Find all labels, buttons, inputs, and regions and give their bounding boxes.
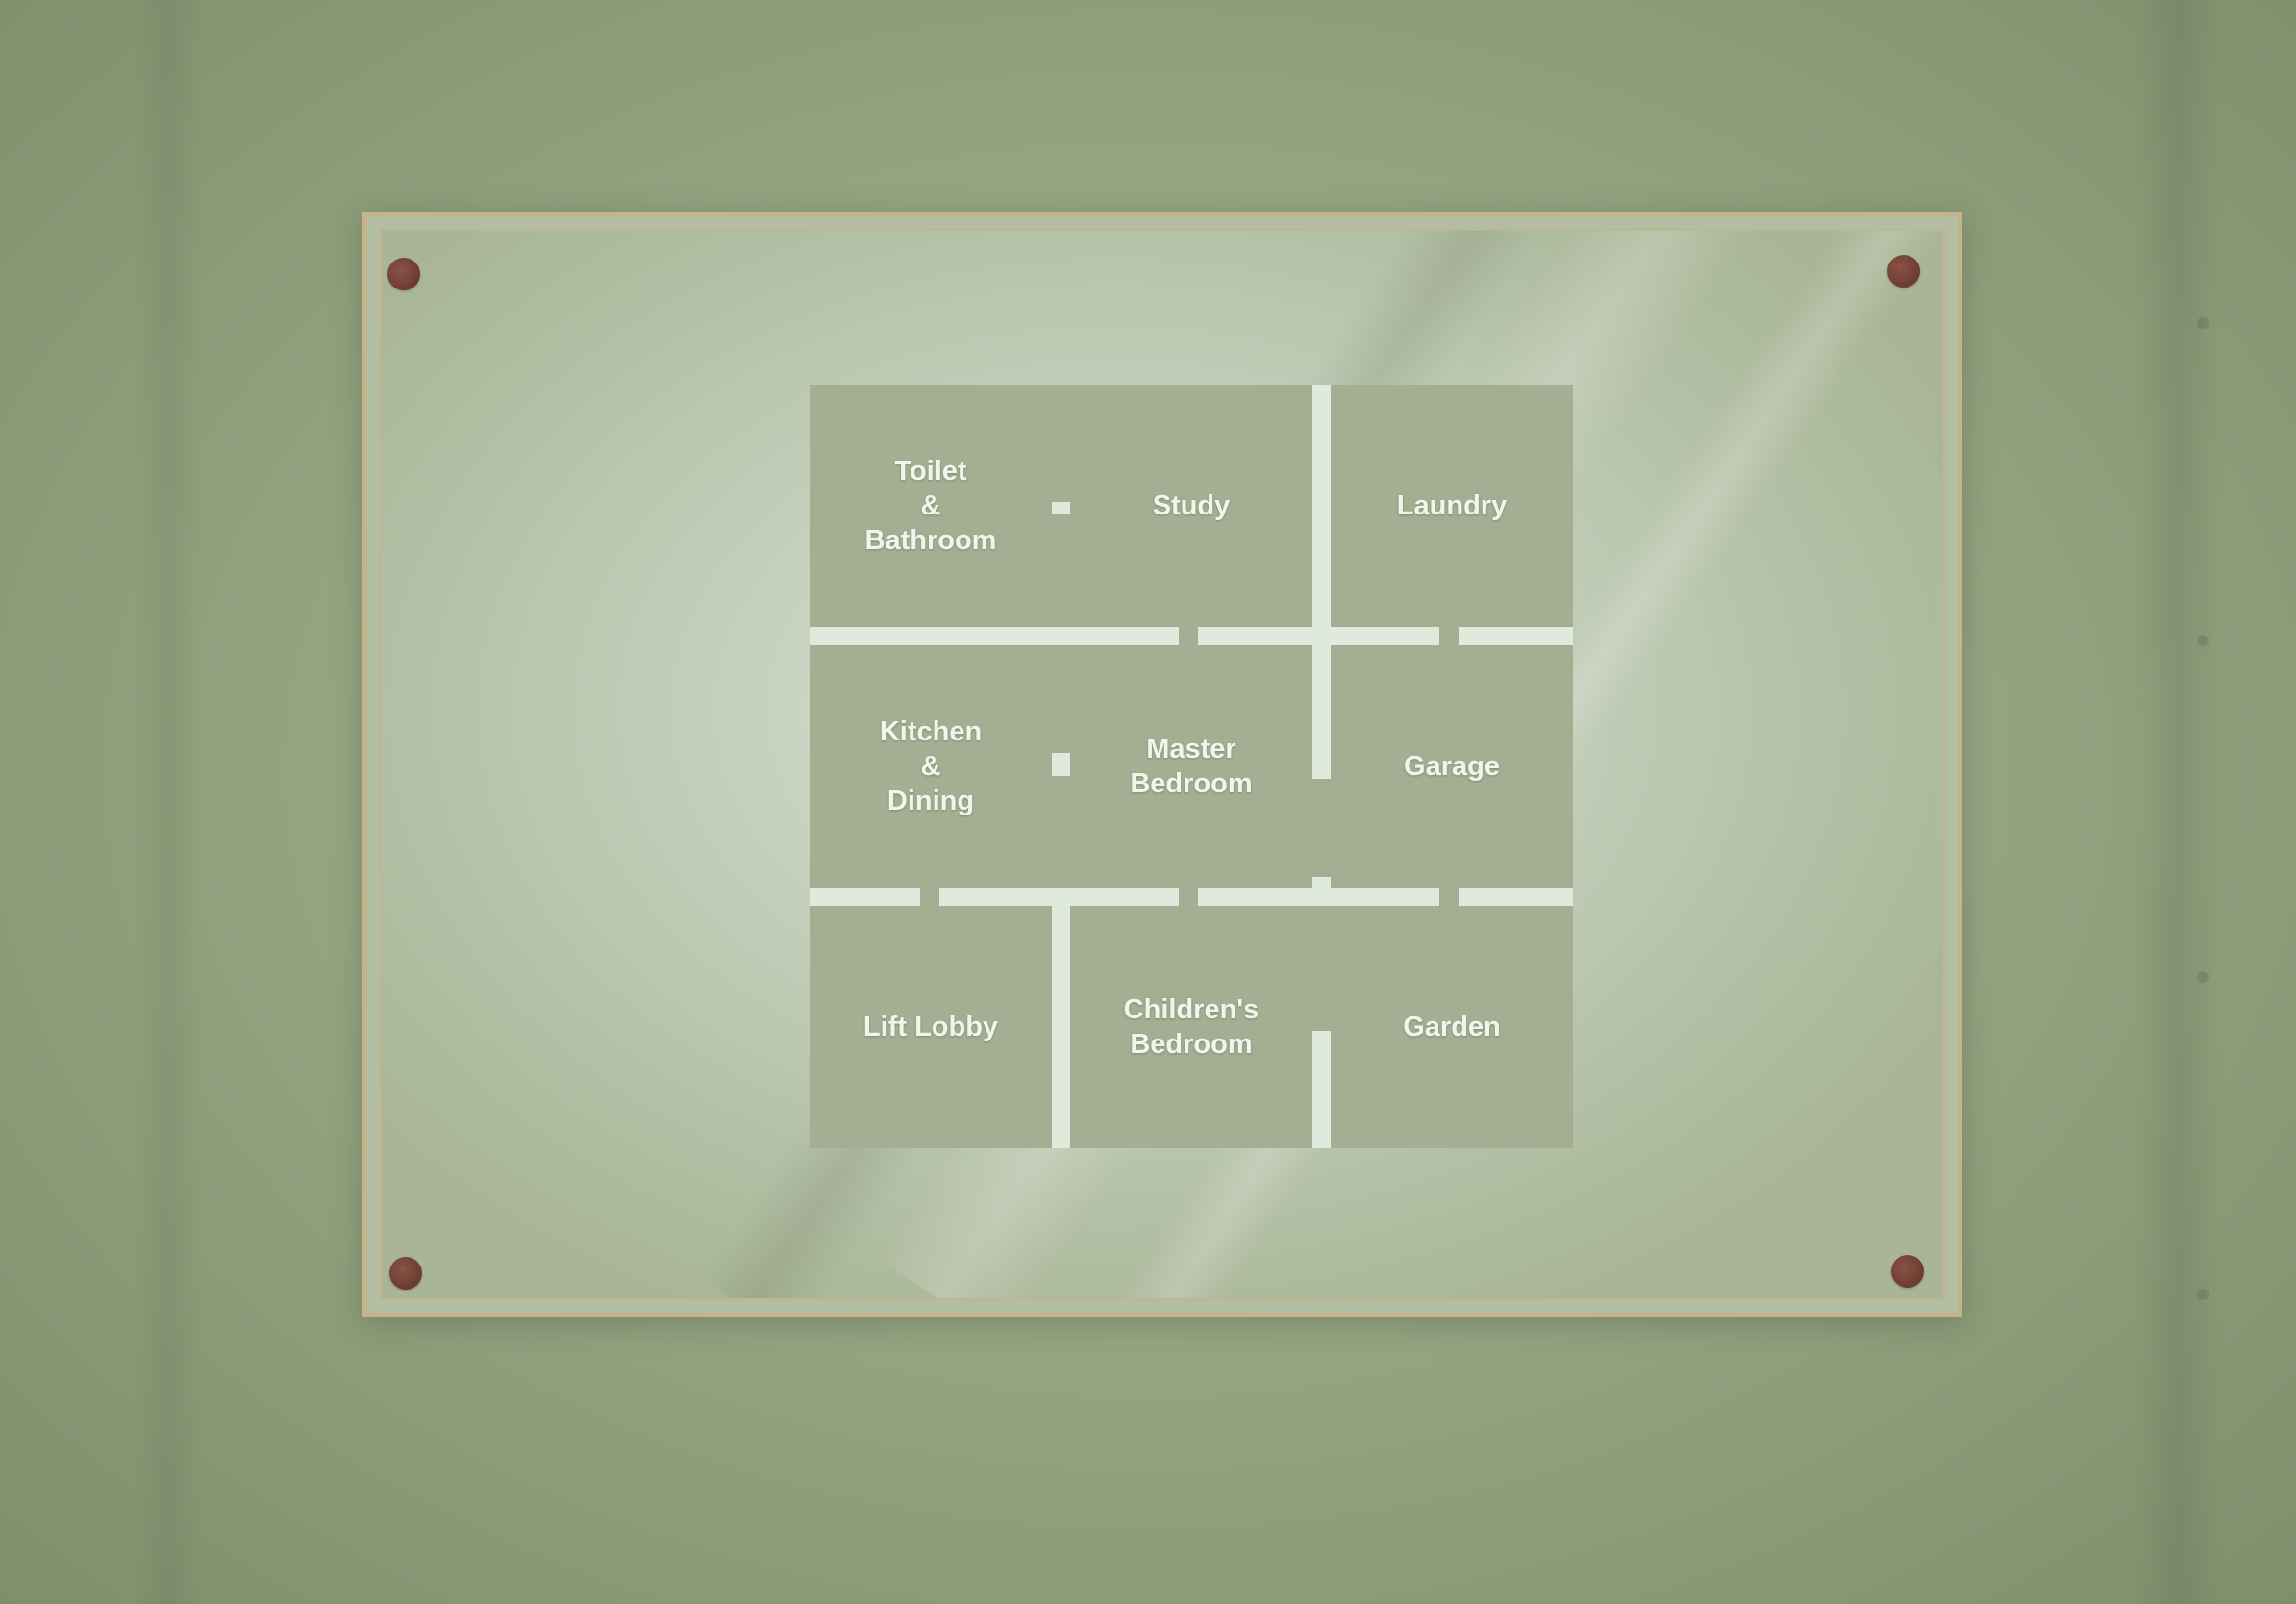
wall-segment [1052,385,1070,502]
room-garden[interactable]: Garden [1331,906,1573,1148]
room-label: Lift Lobby [862,1012,999,1042]
floor-plan-frame: Toilet & Bathroom Study Laundry Kitchen … [362,212,1962,1317]
wall-segment [1439,888,1459,906]
wall-shadow-left [135,0,202,1604]
room-lift-lobby[interactable]: Lift Lobby [810,906,1052,1148]
room-kitchen-dining[interactable]: Kitchen & Dining [810,645,1052,888]
wall-segment [1439,627,1459,645]
screw-icon [389,1257,422,1290]
room-laundry[interactable]: Laundry [1331,385,1573,627]
wall-segment [1312,779,1331,877]
room-label: Laundry [1396,490,1508,521]
wall-segment [1312,906,1331,1031]
room-label: Study [1152,490,1231,521]
room-label: Kitchen & Dining [879,716,983,816]
room-master-bedroom[interactable]: Master Bedroom [1070,645,1312,888]
screw-icon [387,258,420,290]
floor-plan-map: Toilet & Bathroom Study Laundry Kitchen … [810,385,1573,1148]
room-label: Children's Bedroom [1123,994,1260,1060]
wall-segment [1052,514,1070,627]
room-label: Master Bedroom [1130,734,1253,799]
screw-icon [1891,1255,1924,1288]
glass-panel: Toilet & Bathroom Study Laundry Kitchen … [382,231,1943,1298]
room-label: Toilet & Bathroom [864,456,997,556]
screw-icon [1887,255,1920,288]
room-garage[interactable]: Garage [1331,645,1573,888]
wall-rivets [2197,317,2209,1327]
room-label: Garage [1404,751,1500,782]
wall-segment [1052,645,1070,753]
room-toilet-bathroom[interactable]: Toilet & Bathroom [810,385,1052,627]
scene: Toilet & Bathroom Study Laundry Kitchen … [0,0,2296,1604]
room-childrens-bedroom[interactable]: Children's Bedroom [1070,906,1312,1148]
wall-segment [1179,627,1198,645]
wall-segment [1052,776,1070,888]
wall-segment [920,888,939,906]
room-label: Garden [1403,1012,1501,1042]
wall-segment [1179,888,1198,906]
room-study[interactable]: Study [1070,385,1312,627]
